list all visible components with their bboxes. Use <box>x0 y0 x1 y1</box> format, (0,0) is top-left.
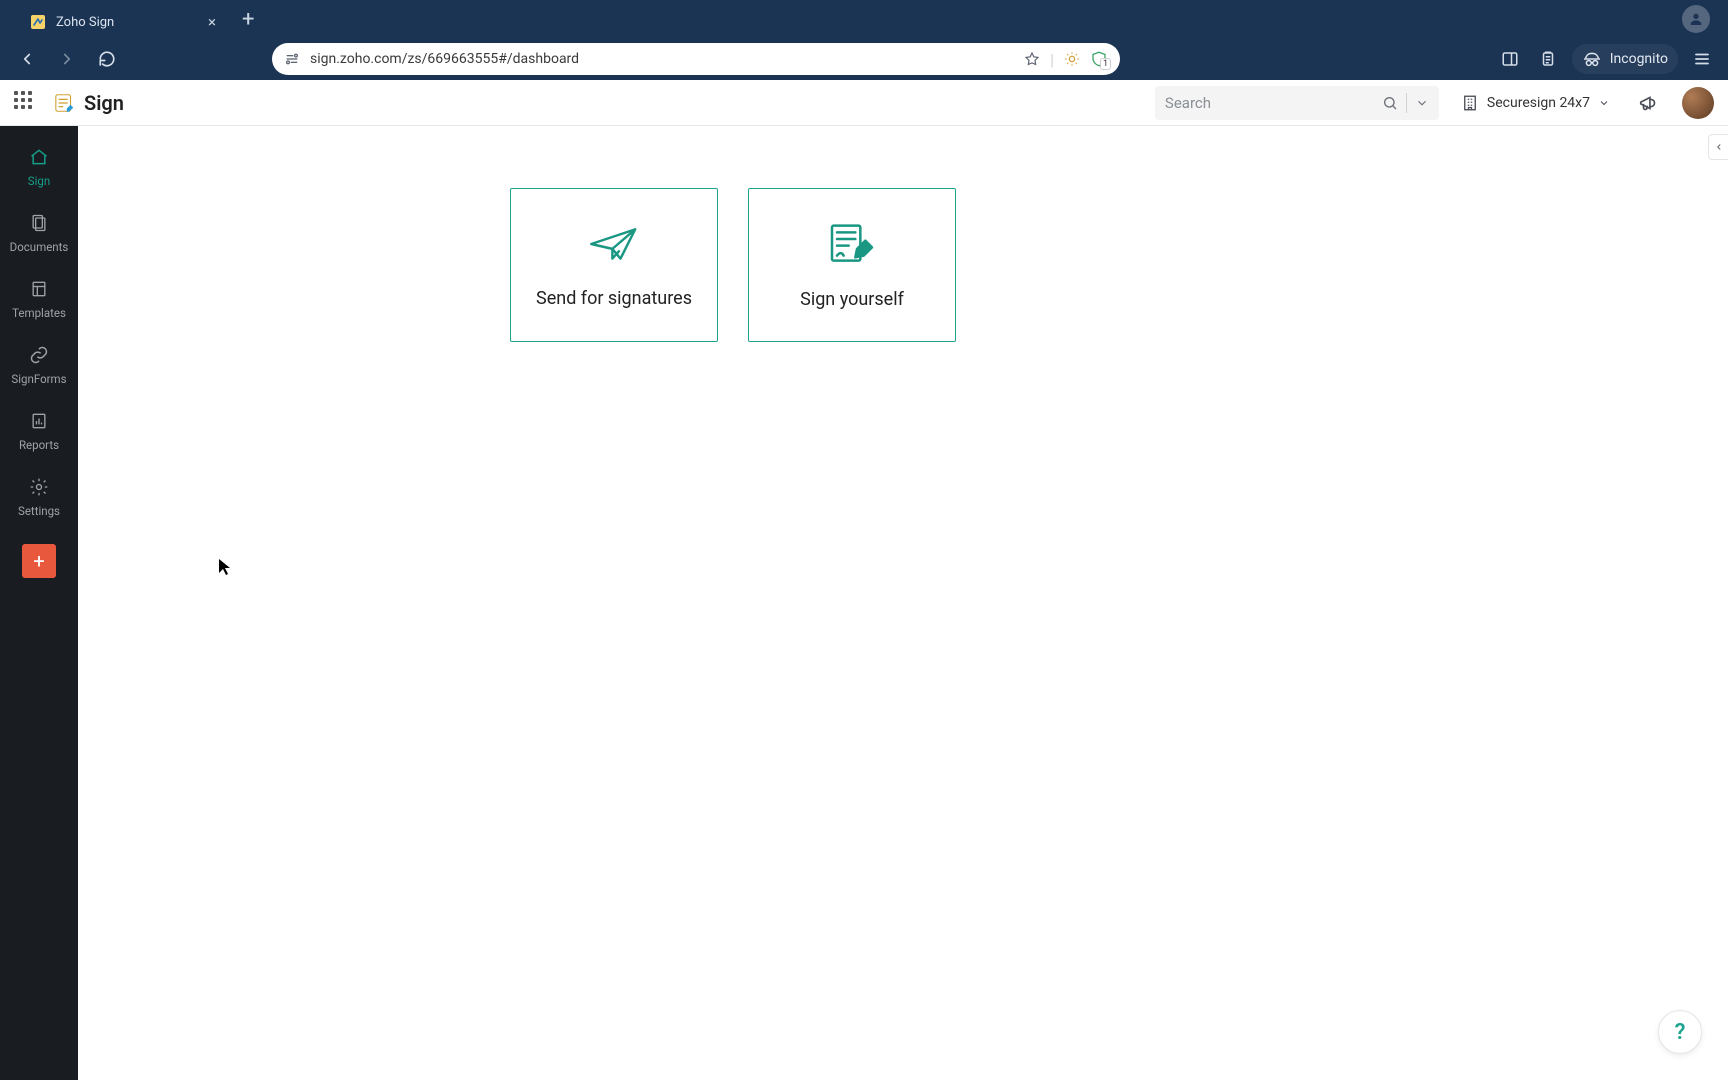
collapse-panel-button[interactable] <box>1708 134 1728 160</box>
app-header: Sign Securesign 24x7 <box>0 80 1728 126</box>
clipboard-icon[interactable] <box>1534 45 1562 73</box>
sidebar-item-label: Reports <box>19 438 59 452</box>
sign-document-icon <box>827 221 877 267</box>
reload-button[interactable] <box>92 44 122 74</box>
home-icon <box>28 146 50 168</box>
sign-logo-icon <box>54 92 76 114</box>
avatar[interactable] <box>1682 87 1714 119</box>
help-icon: ? <box>1675 1020 1686 1045</box>
close-icon[interactable]: × <box>208 13 216 31</box>
url-bar[interactable]: sign.zoho.com/zs/669663555#/dashboard | … <box>272 43 1120 75</box>
tab-title: Zoho Sign <box>56 15 114 30</box>
shield-icon[interactable]: 1 <box>1090 50 1108 68</box>
browser-toolbar: sign.zoho.com/zs/669663555#/dashboard | … <box>0 38 1728 80</box>
divider <box>1406 93 1407 113</box>
sun-icon[interactable] <box>1064 51 1080 67</box>
profile-badge-icon[interactable] <box>1682 5 1710 33</box>
paper-plane-icon <box>588 222 640 266</box>
sidebar-item-label: Documents <box>10 240 69 254</box>
sidebar-item-settings[interactable]: Settings <box>0 466 78 526</box>
tab-favicon <box>30 14 46 30</box>
sidebar-item-signforms[interactable]: SignForms <box>0 334 78 394</box>
org-picker[interactable]: Securesign 24x7 <box>1455 94 1616 112</box>
help-button[interactable]: ? <box>1658 1010 1702 1054</box>
browser-tab[interactable]: Zoho Sign × <box>18 6 228 38</box>
app-body: Sign Documents Templates SignForms <box>0 126 1728 1080</box>
browser-menu-icon[interactable] <box>1688 45 1716 73</box>
card-label: Send for signatures <box>536 288 692 309</box>
search-dropdown-icon[interactable] <box>1415 96 1429 110</box>
bookmark-icon[interactable] <box>1024 51 1040 67</box>
sidebar-item-reports[interactable]: Reports <box>0 400 78 460</box>
gear-icon <box>28 476 50 498</box>
org-label: Securesign 24x7 <box>1487 95 1590 111</box>
sidebar-item-documents[interactable]: Documents <box>0 202 78 262</box>
sidebar-item-label: Templates <box>12 306 66 320</box>
sidebar: Sign Documents Templates SignForms <box>0 126 78 1080</box>
card-sign-yourself[interactable]: Sign yourself <box>748 188 956 342</box>
search-box[interactable] <box>1155 86 1439 120</box>
incognito-indicator[interactable]: Incognito <box>1572 44 1678 74</box>
building-icon <box>1461 94 1479 112</box>
site-settings-icon[interactable] <box>284 51 300 67</box>
main-content: Send for signatures Sign yourself ? <box>78 126 1728 1080</box>
link-icon <box>28 344 50 366</box>
chevron-down-icon <box>1598 97 1610 109</box>
sidebar-item-sign[interactable]: Sign <box>0 136 78 196</box>
back-button[interactable] <box>12 44 42 74</box>
sidebar-item-label: Sign <box>28 174 50 188</box>
dashboard-cards: Send for signatures Sign yourself <box>510 188 956 342</box>
shield-count: 1 <box>1100 58 1111 70</box>
sidepanel-icon[interactable] <box>1496 45 1524 73</box>
app-root: Sign Securesign 24x7 <box>0 80 1728 1080</box>
reports-icon <box>28 410 50 432</box>
forward-button[interactable] <box>52 44 82 74</box>
url-bar-actions: | 1 <box>1024 50 1108 69</box>
templates-icon <box>28 278 50 300</box>
announcements-icon[interactable] <box>1632 92 1666 114</box>
sidebar-item-templates[interactable]: Templates <box>0 268 78 328</box>
incognito-label: Incognito <box>1610 51 1668 67</box>
mouse-cursor-icon <box>218 558 232 576</box>
app-title: Sign <box>84 91 124 115</box>
url-text: sign.zoho.com/zs/669663555#/dashboard <box>310 51 1014 67</box>
browser-tab-strip: Zoho Sign × + <box>0 0 1728 38</box>
new-tab-button[interactable]: + <box>228 3 268 35</box>
documents-icon <box>28 212 50 234</box>
sidebar-item-label: Settings <box>18 504 60 518</box>
card-send-for-signatures[interactable]: Send for signatures <box>510 188 718 342</box>
card-label: Sign yourself <box>800 289 904 310</box>
add-button[interactable]: + <box>22 544 56 578</box>
search-input[interactable] <box>1165 94 1374 112</box>
apps-launcher-icon[interactable] <box>14 91 38 115</box>
sidebar-item-label: SignForms <box>11 372 66 386</box>
search-icon[interactable] <box>1382 95 1398 111</box>
app-logo: Sign <box>54 91 124 115</box>
